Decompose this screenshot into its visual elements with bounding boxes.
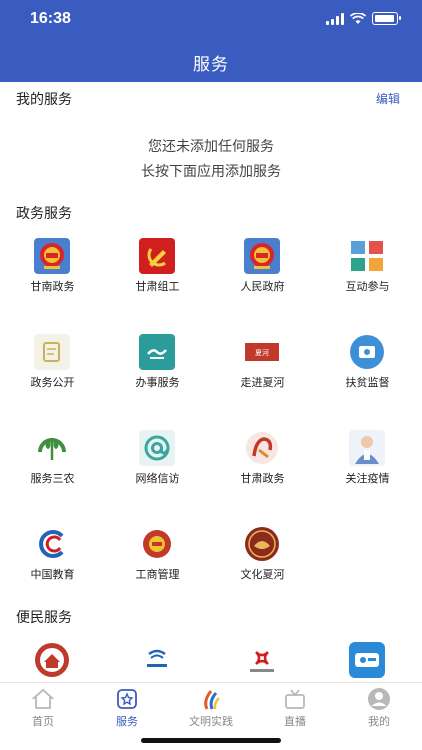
- my-services-title: 我的服务: [16, 92, 72, 108]
- commerce-emblem-icon: [139, 526, 175, 562]
- tab-label: 文明实践: [189, 715, 233, 728]
- gov-services-title: 政务服务: [16, 206, 72, 222]
- gov-service-item-label: 甘南政务: [30, 280, 75, 293]
- home-indicator: [141, 738, 281, 743]
- house-seal-icon: [34, 642, 70, 678]
- doctor-icon: [349, 430, 385, 466]
- gov-service-item-label: 办事服务: [135, 376, 180, 389]
- gov-service-item-label: 政务公开: [30, 376, 75, 389]
- gansu-logo-icon: [244, 430, 280, 466]
- profile-icon: [337, 687, 421, 711]
- education-logo-icon: [34, 526, 70, 562]
- page-title: 服务: [193, 55, 229, 75]
- tab-live[interactable]: 直播: [253, 687, 337, 729]
- gov-service-item-label: 走进夏河: [240, 376, 285, 389]
- edit-button[interactable]: 编辑: [376, 90, 400, 107]
- gov-service-item-label: 甘肃组工: [135, 280, 180, 293]
- tab-civilization[interactable]: 文明实践: [169, 687, 253, 729]
- gov-service-item-label: 互动参与: [345, 280, 390, 293]
- tab-services[interactable]: 服务: [85, 687, 169, 729]
- gov-service-item-label: 扶贫监督: [345, 376, 390, 389]
- svg-text:夏河: 夏河: [255, 349, 269, 357]
- gov-service-item-label: 文化夏河: [240, 568, 285, 581]
- gov-service-item-label: 关注疫情: [345, 472, 390, 485]
- battery-icon: [372, 12, 401, 25]
- home-icon: [1, 687, 85, 711]
- header-bar: 16:38 服务: [0, 0, 422, 82]
- status-time: 16:38: [30, 10, 71, 27]
- tab-label: 服务: [116, 715, 138, 728]
- tab-label: 首页: [32, 715, 54, 728]
- at-sign-icon: [139, 430, 175, 466]
- gov-service-item-label: 甘肃政务: [240, 472, 285, 485]
- xiahe-banner-icon: 夏河: [244, 334, 280, 370]
- wifi-icon: [350, 12, 366, 24]
- gov-service-item-label: 中国教育: [30, 568, 75, 581]
- culture-seal-icon: [244, 526, 280, 562]
- signal-icon: [326, 12, 344, 25]
- party-emblem-icon: [139, 238, 175, 274]
- gov-service-item-label: 工商管理: [135, 568, 180, 581]
- tab-profile[interactable]: 我的: [337, 687, 421, 729]
- violation-query-icon: [349, 642, 385, 678]
- china-telecom-icon: [139, 642, 175, 678]
- status-icons: [326, 12, 401, 25]
- interaction-grid-icon: [349, 238, 385, 274]
- public-services-title: 便民服务: [16, 610, 72, 626]
- tab-label: 直播: [284, 715, 306, 728]
- empty-hint-line2: 长按下面应用添加服务: [141, 164, 281, 180]
- tab-home[interactable]: 首页: [1, 687, 85, 729]
- gov-service-item-label: 服务三农: [30, 472, 75, 485]
- civilization-icon: [169, 687, 253, 711]
- wheat-icon: [34, 430, 70, 466]
- gov-service-item-label: 人民政府: [240, 280, 285, 293]
- handshake-icon: [139, 334, 175, 370]
- services-icon: [85, 687, 169, 711]
- supervision-icon: [349, 334, 385, 370]
- national-emblem-icon: [244, 238, 280, 274]
- china-unicom-icon: [244, 642, 280, 678]
- live-icon: [253, 687, 337, 711]
- tab-label: 我的: [368, 715, 390, 728]
- gov-service-item-label: 网络信访: [135, 472, 180, 485]
- status-bar: 16:38: [0, 0, 422, 40]
- national-emblem-icon: [34, 238, 70, 274]
- notebook-icon: [34, 334, 70, 370]
- empty-hint-line1: 您还未添加任何服务: [148, 139, 274, 155]
